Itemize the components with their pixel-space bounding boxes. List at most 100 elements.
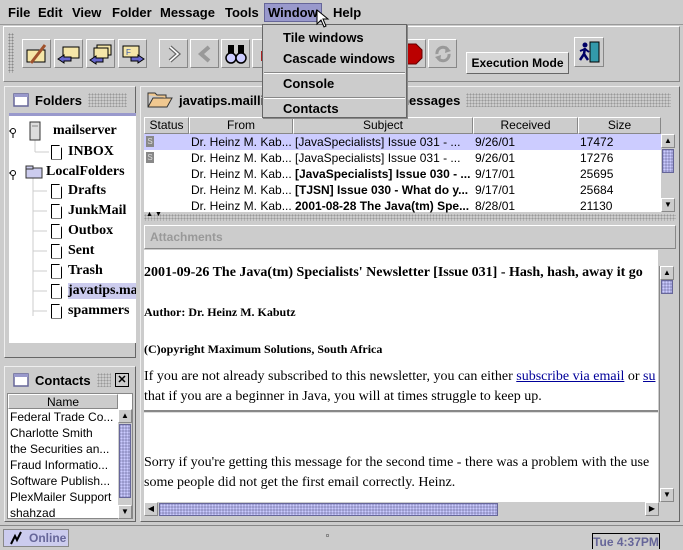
message-title: 2001-09-26 The Java(tm) Specialists' New… — [144, 265, 643, 280]
cell-subject: [JavaSpecialists] Issue 031 - ... — [295, 151, 461, 165]
subscribe-link[interactable]: su — [643, 369, 655, 384]
online-status[interactable]: Online — [3, 529, 69, 547]
execution-mode-button[interactable]: Execution Mode — [466, 52, 569, 74]
column-header-from[interactable]: From — [189, 117, 293, 134]
scroll-up-button[interactable]: ▲ — [118, 409, 132, 423]
split-divider[interactable]: ▲ ▼ — [144, 211, 676, 221]
compose-button[interactable] — [22, 39, 51, 68]
message-row[interactable]: S Dr. Heinz M. Kab... [JavaSpecialists] Is… — [144, 134, 661, 150]
contact-item[interactable]: Fraud Informatio... — [10, 458, 118, 474]
message-list-scrollbar[interactable]: ▲ ▼ — [661, 134, 676, 212]
contacts-titlebar[interactable]: Contacts ✕ — [7, 369, 133, 391]
tree-item-mailserver[interactable]: mailserver — [29, 121, 117, 141]
scroll-down-button[interactable]: ▼ — [661, 198, 675, 212]
message-table: Status From Subject Received Size S Dr. H… — [144, 117, 661, 214]
message-body-vscrollbar[interactable]: ▲ ▼ — [659, 266, 675, 502]
toolbar-grip[interactable] — [8, 33, 14, 73]
cell-size: 17276 — [580, 151, 614, 165]
tree-label: javatips.ma — [68, 283, 136, 299]
contact-item[interactable]: Charlotte Smith — [10, 426, 118, 442]
exit-button[interactable] — [574, 37, 604, 67]
exit-icon — [578, 41, 600, 63]
tree-label: Sent — [68, 243, 95, 258]
collapse-up-icon[interactable]: ▲ — [146, 211, 153, 218]
menu-edit[interactable]: Edit — [35, 4, 66, 21]
message-body-hscrollbar[interactable]: ◀ ▶ — [144, 502, 659, 517]
column-header-size[interactable]: Size — [578, 117, 661, 134]
column-header-received[interactable]: Received — [473, 117, 578, 134]
reply-button[interactable] — [54, 39, 83, 68]
cell-subject: [JavaSpecialists] Issue 030 - ... — [295, 167, 471, 181]
tree-item-trash[interactable]: Trash — [51, 263, 103, 279]
scroll-down-button[interactable]: ▼ — [118, 505, 132, 519]
message-row[interactable]: Dr. Heinz M. Kab... [TJSN] Issue 030 - Wh… — [144, 182, 661, 198]
menu-bar: File Edit View Folder Message Tools Wind… — [0, 0, 683, 25]
contact-item[interactable]: PlexMailer Support — [10, 490, 118, 506]
tree-item-sent[interactable]: Sent — [51, 243, 94, 259]
search-button[interactable] — [221, 39, 250, 68]
menu-item-contacts[interactable]: Contacts — [283, 101, 339, 116]
menu-message[interactable]: Message — [157, 4, 218, 21]
refresh-icon — [434, 45, 451, 62]
scroll-down-button[interactable]: ▼ — [660, 488, 674, 502]
message-titlebar[interactable]: javatips.maillis messages — [143, 89, 677, 111]
scroll-thumb[interactable] — [662, 149, 674, 173]
menu-folder[interactable]: Folder — [109, 4, 155, 21]
menu-item-tile-windows[interactable]: Tile windows — [283, 30, 364, 45]
contacts-scrollbar[interactable]: ▲ ▼ — [118, 409, 132, 519]
folders-titlebar[interactable]: Folders — [7, 89, 133, 111]
file-icon — [51, 223, 62, 239]
tree-label: LocalFolders — [46, 164, 125, 179]
previous-button[interactable] — [190, 39, 219, 68]
menu-tools[interactable]: Tools — [222, 4, 262, 21]
scroll-left-button[interactable]: ◀ — [144, 502, 158, 516]
tree-item-inbox[interactable]: INBOX — [51, 144, 114, 160]
contact-item[interactable]: the Securities an... — [10, 442, 118, 458]
menu-file[interactable]: File — [5, 4, 33, 21]
refresh-button[interactable] — [428, 39, 457, 68]
tree-label: Outbox — [68, 223, 114, 238]
scroll-thumb[interactable] — [661, 280, 673, 294]
collapse-down-icon[interactable]: ▼ — [155, 211, 162, 218]
cell-received: 9/26/01 — [475, 151, 516, 165]
tree-item-spammers[interactable]: spammers — [51, 303, 129, 319]
tree-item-localfolders[interactable]: LocalFolders — [25, 164, 125, 180]
close-button[interactable]: ✕ — [115, 373, 129, 387]
next-button[interactable] — [159, 39, 188, 68]
tree-item-outbox[interactable]: Outbox — [51, 223, 113, 239]
cell-from: Dr. Heinz M. Kab... — [191, 135, 291, 149]
window-icon — [13, 93, 29, 107]
column-header-subject[interactable]: Subject — [293, 117, 473, 134]
menu-item-cascade-windows[interactable]: Cascade windows — [283, 51, 395, 66]
menu-window[interactable]: Window — [264, 3, 322, 22]
cell-received: 9/17/01 — [475, 183, 516, 197]
scroll-thumb[interactable] — [119, 424, 131, 498]
attachments-bar[interactable]: Attachments — [144, 225, 676, 249]
message-row[interactable]: Dr. Heinz M. Kab... [JavaSpecialists] Iss… — [144, 166, 661, 182]
menu-help[interactable]: Help — [330, 4, 364, 21]
reply-all-button[interactable] — [86, 39, 115, 68]
status-resize-handle — [326, 534, 329, 537]
contact-item[interactable]: shahzad — [10, 506, 118, 522]
open-folder-icon — [147, 92, 173, 108]
reply-icon — [56, 46, 79, 64]
scroll-right-button[interactable]: ▶ — [645, 502, 659, 516]
menu-view[interactable]: View — [69, 4, 104, 21]
contact-item[interactable]: Federal Trade Co... — [10, 410, 118, 426]
column-header-status[interactable]: Status — [144, 117, 189, 134]
message-row[interactable]: S Dr. Heinz M. Kab... [JavaSpecialists] Is… — [144, 150, 661, 166]
tree-item-drafts[interactable]: Drafts — [51, 183, 106, 199]
scroll-thumb[interactable] — [159, 503, 498, 516]
subscribe-email-link[interactable]: subscribe via email — [516, 369, 624, 384]
file-icon — [51, 203, 62, 219]
message-row[interactable]: Dr. Heinz M. Kab... 2001-08-28 The Java(t… — [144, 198, 661, 214]
contact-item[interactable]: Software Publish... — [10, 474, 118, 490]
column-header-name[interactable]: Name — [8, 394, 118, 409]
cell-received: 9/26/01 — [475, 135, 516, 149]
scroll-up-button[interactable]: ▲ — [661, 134, 675, 148]
tree-item-javatips[interactable]: javatips.ma — [51, 283, 136, 299]
menu-item-console[interactable]: Console — [283, 76, 334, 91]
tree-item-junkmail[interactable]: JunkMail — [51, 203, 126, 219]
scroll-up-button[interactable]: ▲ — [660, 266, 674, 280]
forward-button[interactable]: F — [118, 39, 147, 68]
